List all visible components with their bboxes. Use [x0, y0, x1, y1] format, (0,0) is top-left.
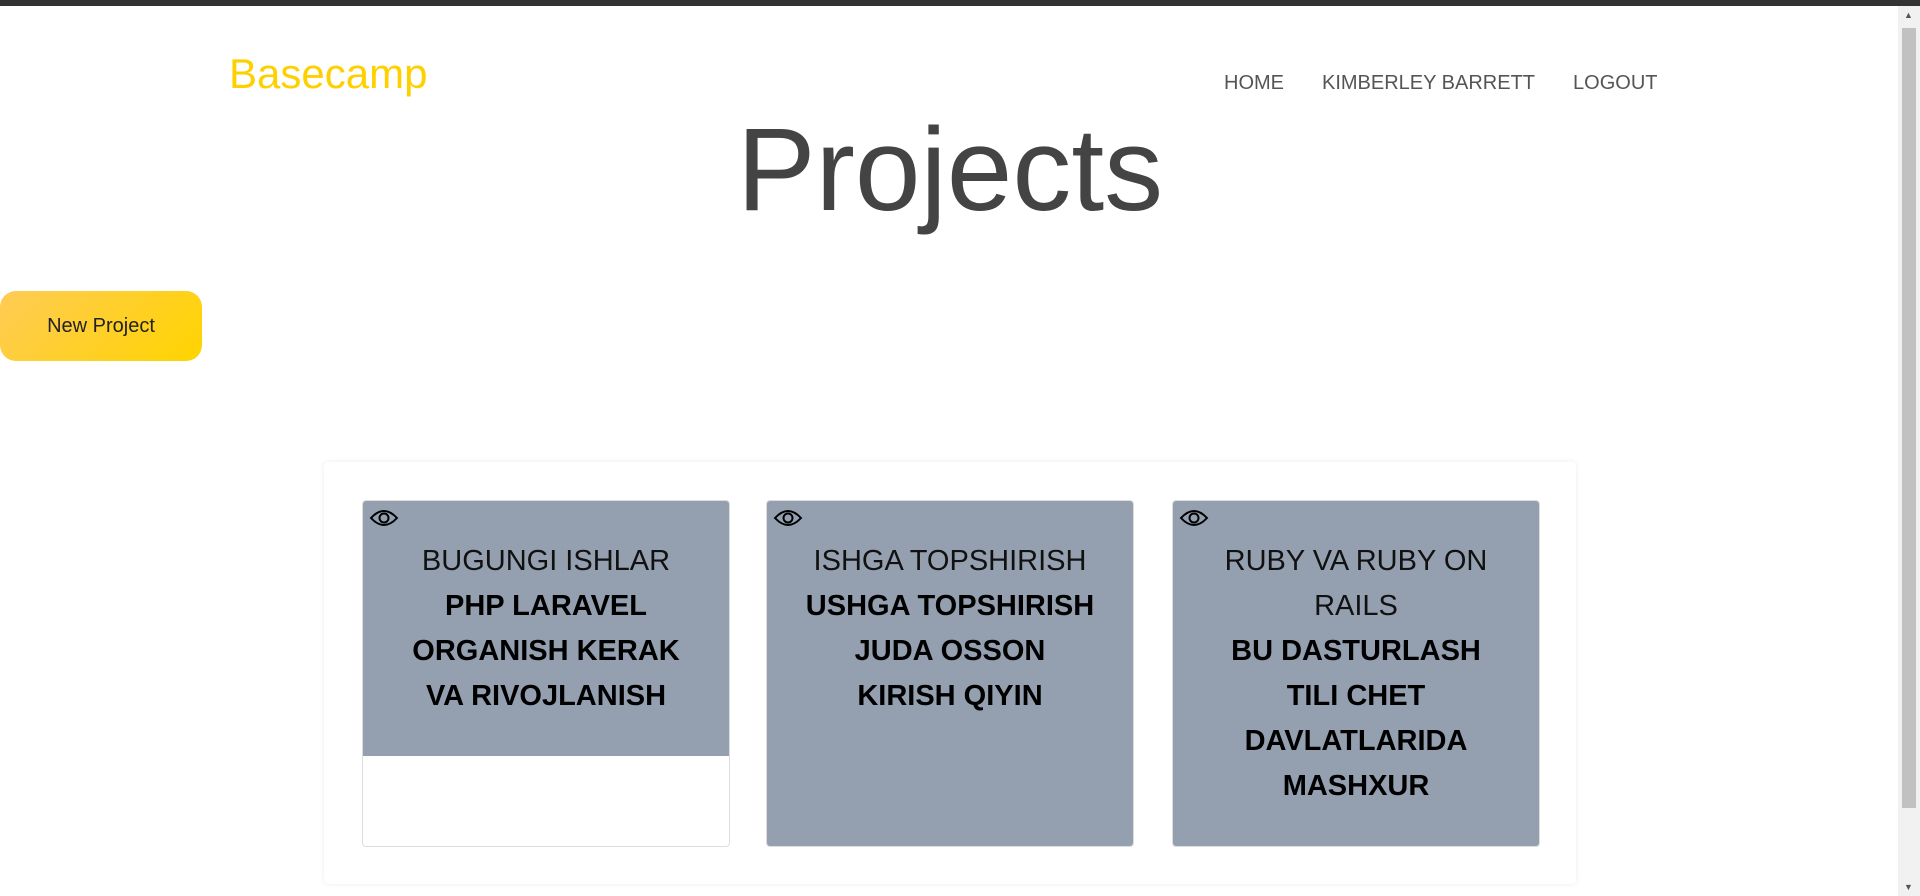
project-description: USHGA TOPSHIRISH JUDA OSSON KIRISH QIYIN [805, 590, 1095, 712]
project-description: BU DASTURLASH TILI CHET DAVLATLARIDA MAS… [1231, 635, 1481, 802]
scrollbar[interactable]: ▲ ▼ [1898, 6, 1920, 896]
logo[interactable]: Basecamp [229, 50, 427, 98]
eye-icon[interactable] [773, 507, 803, 529]
project-title: ISHGA TOPSHIRISH [813, 545, 1087, 577]
eye-icon[interactable] [369, 507, 399, 529]
project-description: PHP LARAVEL ORGANISH KERAK VA RIVOJLANIS… [412, 590, 680, 712]
project-card[interactable]: BUGUNGI ISHLAR PHP LARAVEL ORGANISH KERAK… [362, 500, 730, 847]
scroll-down-icon[interactable]: ▼ [1904, 882, 1913, 892]
new-project-button[interactable]: New Project [0, 291, 202, 361]
project-title: RUBY VA RUBY ON RAILS [1224, 545, 1488, 622]
scrollbar-thumb[interactable] [1902, 28, 1916, 808]
scroll-up-icon[interactable]: ▲ [1904, 10, 1913, 20]
nav-user[interactable]: KIMBERLEY BARRETT [1322, 72, 1535, 95]
projects-container: BUGUNGI ISHLAR PHP LARAVEL ORGANISH KERAK… [324, 462, 1576, 884]
card-text: ISHGA TOPSHIRISH USHGA TOPSHIRISH JUDA OS… [805, 539, 1095, 719]
project-card[interactable]: RUBY VA RUBY ON RAILS BU DASTURLASH TILI … [1172, 500, 1540, 847]
card-text: RUBY VA RUBY ON RAILS BU DASTURLASH TILI … [1211, 539, 1501, 809]
eye-icon[interactable] [1179, 507, 1209, 529]
nav-logout[interactable]: LOGOUT [1573, 72, 1657, 95]
main-nav: HOME KIMBERLEY BARRETT LOGOUT [1224, 72, 1657, 95]
card-text: BUGUNGI ISHLAR PHP LARAVEL ORGANISH KERAK… [401, 539, 691, 719]
browser-top-bar [0, 0, 1920, 6]
nav-home[interactable]: HOME [1224, 72, 1284, 95]
project-title: BUGUNGI ISHLAR [421, 545, 671, 577]
page-title: Projects [736, 104, 1164, 236]
project-card[interactable]: ISHGA TOPSHIRISH USHGA TOPSHIRISH JUDA OS… [766, 500, 1134, 847]
